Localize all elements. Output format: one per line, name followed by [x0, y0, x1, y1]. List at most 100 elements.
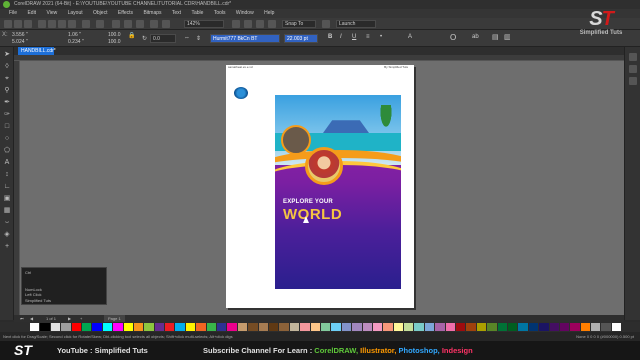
bullets-icon[interactable]: •	[380, 34, 382, 40]
polygon-tool-icon[interactable]: ⬠	[3, 147, 11, 155]
search-icon[interactable]	[112, 20, 120, 28]
zoom-tool-icon[interactable]	[162, 20, 170, 28]
palette-swatch[interactable]	[289, 323, 301, 331]
palette-swatch[interactable]	[154, 323, 166, 331]
palette-swatch[interactable]	[71, 323, 82, 331]
palette-swatch[interactable]	[248, 323, 259, 331]
publish-pdf-icon[interactable]	[150, 20, 158, 28]
palette-swatch[interactable]	[404, 323, 415, 331]
guidelines-icon[interactable]	[268, 20, 276, 28]
palette-swatch[interactable]	[258, 323, 269, 331]
cut-icon[interactable]	[48, 20, 56, 28]
palette-swatch[interactable]	[487, 323, 498, 331]
palette-swatch[interactable]	[611, 323, 623, 331]
tab-handbill[interactable]: HANDBILL.cdr*	[18, 47, 56, 55]
menu-window[interactable]: Window	[236, 9, 254, 18]
eyedropper-tool-icon[interactable]: ⌣	[3, 219, 11, 227]
drop-shadow-tool-icon[interactable]: ▣	[3, 195, 11, 203]
pick-tool-icon[interactable]: ➤	[3, 51, 11, 59]
palette-swatch[interactable]	[30, 323, 41, 331]
palette-swatch[interactable]	[206, 323, 218, 331]
palette-swatch[interactable]	[559, 323, 571, 331]
palette-swatch[interactable]	[549, 323, 560, 331]
flyer-headline-world[interactable]: WORLD	[283, 206, 342, 223]
palette-swatch[interactable]	[341, 323, 353, 331]
palette-swatch[interactable]	[165, 323, 176, 331]
flyer-headline-explore[interactable]: EXPLORE YOUR	[283, 199, 333, 205]
snap-to-dropdown[interactable]: Snap To	[282, 20, 316, 28]
palette-swatch[interactable]	[507, 323, 519, 331]
objects-docker-icon[interactable]	[629, 65, 637, 73]
menu-layout[interactable]: Layout	[68, 9, 83, 18]
align-text-icon[interactable]: ≡	[366, 34, 370, 40]
vertical-text-icon[interactable]: ▥	[504, 33, 511, 41]
rectangle-tool-icon[interactable]: □	[3, 123, 11, 131]
palette-swatch[interactable]	[497, 323, 508, 331]
menu-edit[interactable]: Edit	[27, 9, 36, 18]
open-icon[interactable]	[14, 20, 22, 28]
mirror-horizontal-icon[interactable]: ⇔	[184, 35, 190, 41]
add-page-icon[interactable]: +	[80, 315, 82, 322]
palette-swatch[interactable]	[217, 323, 228, 331]
palette-swatch[interactable]	[414, 323, 425, 331]
flyer-circle-photo-1[interactable]	[281, 125, 311, 155]
redo-icon[interactable]	[96, 20, 104, 28]
launch-dropdown[interactable]: Launch	[336, 20, 376, 28]
menu-table[interactable]: Table	[191, 9, 203, 18]
palette-swatch[interactable]	[300, 323, 311, 331]
palette-swatch[interactable]	[591, 323, 602, 331]
palette-swatch[interactable]	[279, 323, 290, 331]
palette-swatch[interactable]	[445, 323, 457, 331]
paste-icon[interactable]	[68, 20, 76, 28]
palette-swatch[interactable]	[372, 323, 384, 331]
export-icon[interactable]	[136, 20, 144, 28]
zoom-level-select[interactable]: 142%	[184, 20, 224, 28]
menu-object[interactable]: Object	[93, 9, 107, 18]
bold-icon[interactable]: B	[328, 34, 332, 40]
palette-swatch[interactable]	[40, 323, 51, 331]
copy-icon[interactable]	[58, 20, 66, 28]
scale-width-value[interactable]: 100.0	[108, 32, 121, 38]
document-page[interactable]: samatheat.ex.e.xd By Simplified Tuts EXP…	[226, 65, 414, 308]
rulers-icon[interactable]	[244, 20, 252, 28]
font-family-select[interactable]: Hurmit777 BkCn BT	[210, 34, 280, 43]
underline-icon[interactable]: U	[352, 34, 356, 40]
edit-text-icon[interactable]: ab	[472, 34, 479, 40]
palette-swatch[interactable]	[435, 323, 446, 331]
palette-swatch[interactable]	[456, 323, 467, 331]
menu-view[interactable]: View	[46, 9, 57, 18]
scale-height-value[interactable]: 100.0	[108, 39, 121, 45]
palette-swatch[interactable]	[81, 323, 93, 331]
save-icon[interactable]	[24, 20, 32, 28]
palette-swatch[interactable]	[601, 323, 612, 331]
menu-text[interactable]: Text	[172, 9, 181, 18]
palette-swatch[interactable]	[310, 323, 321, 331]
palette-swatch[interactable]	[50, 323, 62, 331]
flyer-circle-photo-2[interactable]	[305, 147, 343, 185]
palette-swatch[interactable]	[268, 323, 280, 331]
palette-swatch[interactable]	[92, 323, 103, 331]
width-value[interactable]: 1.06 "	[68, 32, 81, 38]
palette-swatch[interactable]	[393, 323, 405, 331]
full-screen-icon[interactable]	[232, 20, 240, 28]
menu-file[interactable]: File	[9, 9, 17, 18]
new-document-icon[interactable]	[4, 20, 12, 28]
palette-swatch[interactable]	[466, 323, 477, 331]
hints-docker-icon[interactable]	[629, 77, 637, 85]
text-tool-icon[interactable]: A	[3, 159, 11, 167]
page-tab[interactable]: Page 1	[104, 315, 125, 322]
palette-swatch[interactable]	[102, 323, 114, 331]
menu-tools[interactable]: Tools	[214, 9, 226, 18]
drawing-canvas[interactable]: samatheat.ex.e.xd By Simplified Tuts EXP…	[20, 61, 624, 315]
height-value[interactable]: 0.234 "	[68, 39, 84, 45]
palette-swatch[interactable]	[320, 323, 332, 331]
freehand-tool-icon[interactable]: ✒	[3, 99, 11, 107]
undo-icon[interactable]	[82, 20, 90, 28]
palette-swatch[interactable]	[580, 323, 592, 331]
text-properties-icon[interactable]: A	[408, 34, 412, 40]
shape-tool-icon[interactable]: ◊	[3, 63, 11, 71]
palette-swatch[interactable]	[227, 323, 238, 331]
options-gear-icon[interactable]	[322, 20, 330, 28]
travel-flyer[interactable]: EXPLORE YOUR WORLD	[275, 95, 401, 289]
add-tool-icon[interactable]: +	[3, 243, 11, 251]
